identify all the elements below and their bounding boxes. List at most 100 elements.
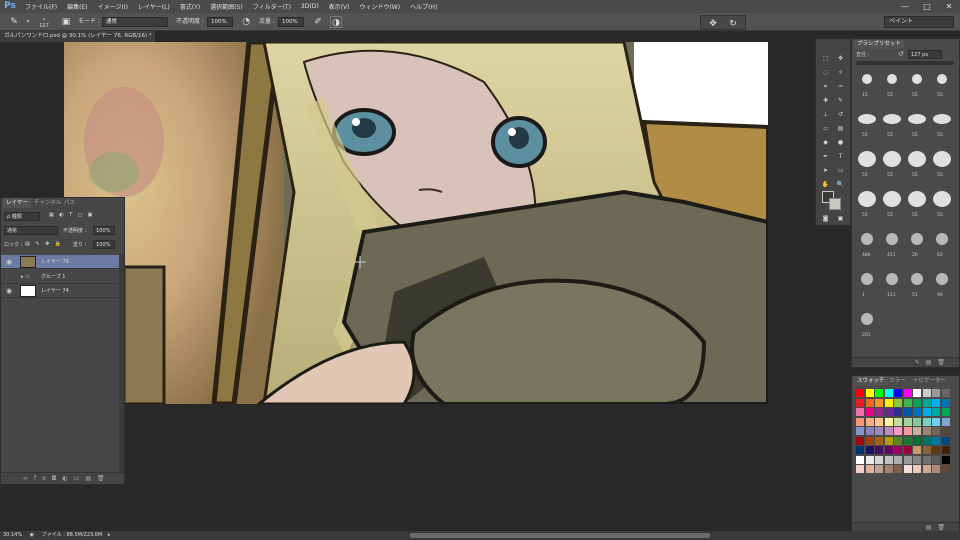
brush-tool-icon[interactable]: ✎ <box>8 16 20 28</box>
color-swatch[interactable] <box>865 446 874 454</box>
color-swatch[interactable] <box>875 389 883 397</box>
color-swatch[interactable] <box>941 408 950 416</box>
visibility-eye-icon[interactable]: ◉ <box>6 255 12 269</box>
path-select-icon[interactable]: ➤ <box>820 165 831 176</box>
brush-preset[interactable] <box>881 69 903 91</box>
color-swatch[interactable] <box>875 398 883 407</box>
crop-tool-icon[interactable]: ⌗ <box>820 81 831 92</box>
brush-preset[interactable] <box>906 269 928 291</box>
color-swatch[interactable] <box>941 455 950 464</box>
brush-preset[interactable] <box>856 189 878 211</box>
color-swatch[interactable] <box>932 436 940 445</box>
color-swatch[interactable] <box>913 455 921 464</box>
color-swatch[interactable] <box>875 427 883 435</box>
brush-preset[interactable] <box>906 149 928 171</box>
brush-settings-icon[interactable]: ✥ <box>707 18 719 30</box>
brush-preset[interactable] <box>881 149 903 171</box>
color-swatch[interactable] <box>894 398 902 407</box>
menu-filter[interactable]: フィルター(T) <box>248 2 296 11</box>
status-arrow-icon[interactable]: ▸ <box>108 532 111 538</box>
lasso-tool-icon[interactable]: ◌ <box>820 67 831 78</box>
tab-layers[interactable]: レイヤー <box>3 198 31 208</box>
color-swatch[interactable] <box>865 436 874 445</box>
color-swatch[interactable] <box>884 446 893 454</box>
color-swatch[interactable] <box>884 455 893 464</box>
menu-select[interactable]: 選択範囲(S) <box>205 2 248 11</box>
color-swatch[interactable] <box>865 417 874 426</box>
brush-preset[interactable] <box>931 109 953 131</box>
color-swatch[interactable] <box>903 436 912 445</box>
brush-size-preview[interactable]: • 127 <box>38 17 50 29</box>
color-swatch[interactable] <box>865 455 874 464</box>
color-swatch[interactable] <box>932 417 940 426</box>
menu-3d[interactable]: 3D(D) <box>296 3 324 10</box>
brush-preset[interactable] <box>931 269 953 291</box>
color-swatch[interactable] <box>875 465 883 473</box>
brush-settings-footer-icon[interactable]: ✎ <box>915 359 926 366</box>
color-swatch[interactable] <box>884 389 893 397</box>
color-swatch[interactable] <box>922 446 931 454</box>
color-swatch[interactable] <box>922 408 931 416</box>
color-swatch[interactable] <box>865 408 874 416</box>
background-color-swatch[interactable] <box>829 198 841 210</box>
blur-tool-icon[interactable]: ◆ <box>820 137 831 148</box>
color-swatch[interactable] <box>856 455 864 464</box>
brush-preset[interactable] <box>881 269 903 291</box>
shape-tool-icon[interactable]: ▭ <box>835 165 846 176</box>
color-swatch[interactable] <box>932 446 940 454</box>
delete-swatch-icon[interactable]: 🗑 <box>937 524 951 531</box>
menu-window[interactable]: ウィンドウ(W) <box>354 2 405 11</box>
flow-field[interactable]: 100% <box>278 17 304 27</box>
opacity-field[interactable]: 100% <box>207 17 233 27</box>
color-swatch[interactable] <box>913 417 921 426</box>
color-swatch[interactable] <box>941 398 950 407</box>
color-swatch[interactable] <box>875 436 883 445</box>
quick-select-icon[interactable]: ✧ <box>835 67 846 78</box>
color-swatch[interactable] <box>903 465 912 473</box>
quick-mask-icon[interactable]: ◙ <box>820 213 831 224</box>
lock-icons[interactable]: ▨ ✎ ✥ 🔒 <box>25 241 63 247</box>
menu-type[interactable]: 書式(Y) <box>175 2 205 11</box>
adjustment-icon[interactable]: ◐ <box>62 475 73 482</box>
color-swatch[interactable] <box>932 465 940 473</box>
blend-mode-select[interactable]: 通常 <box>4 226 58 235</box>
mask-icon[interactable]: ◘ <box>52 475 63 482</box>
brush-preset[interactable] <box>906 189 928 211</box>
brush-panel-title[interactable]: ブラシプリセット <box>854 40 904 49</box>
color-swatch[interactable] <box>894 417 902 426</box>
menu-image[interactable]: イメージ(I) <box>93 2 133 11</box>
mode-select[interactable]: 通常 <box>102 17 168 27</box>
color-swatch[interactable] <box>884 408 893 416</box>
color-swatch[interactable] <box>903 389 912 397</box>
color-swatch[interactable] <box>856 427 864 435</box>
color-swatch[interactable] <box>941 436 950 445</box>
brush-preset[interactable] <box>856 229 878 251</box>
color-swatch[interactable] <box>913 398 921 407</box>
color-swatch[interactable] <box>856 436 864 445</box>
color-swatch[interactable] <box>856 408 864 416</box>
color-swatch[interactable] <box>903 398 912 407</box>
zoom-tool-icon[interactable]: 🔍 <box>835 179 846 190</box>
brush-size-field[interactable]: 127 px <box>908 50 942 59</box>
filter-icons[interactable]: ▦ ◐ T ◻ ▣ <box>49 212 94 218</box>
layer-opacity-field[interactable]: 100% <box>93 226 115 235</box>
color-swatch[interactable] <box>903 408 912 416</box>
menu-view[interactable]: 表示(V) <box>324 2 355 11</box>
folder-icon[interactable]: ▭ <box>74 475 86 482</box>
color-swatch[interactable] <box>913 389 921 397</box>
tab-channels[interactable]: チャンネル <box>31 198 64 208</box>
delete-preset-icon[interactable]: 🗑 <box>937 359 951 366</box>
color-swatch[interactable] <box>856 417 864 426</box>
fx-icon[interactable]: fx <box>34 475 52 482</box>
visibility-eye-icon[interactable]: ◉ <box>6 284 12 298</box>
layer-row[interactable]: ▢ ▸ ▭ グループ 1 <box>1 270 119 284</box>
brush-tool-box-icon[interactable]: ✎ <box>835 95 846 106</box>
color-swatch[interactable] <box>903 427 912 435</box>
color-swatch[interactable] <box>865 427 874 435</box>
color-swatch[interactable] <box>884 398 893 407</box>
move-tool-icon[interactable]: ✥ <box>835 53 846 64</box>
color-swatch[interactable] <box>913 427 921 435</box>
brush-preset[interactable] <box>906 69 928 91</box>
brush-preset[interactable] <box>856 109 878 131</box>
color-swatch[interactable] <box>894 427 902 435</box>
